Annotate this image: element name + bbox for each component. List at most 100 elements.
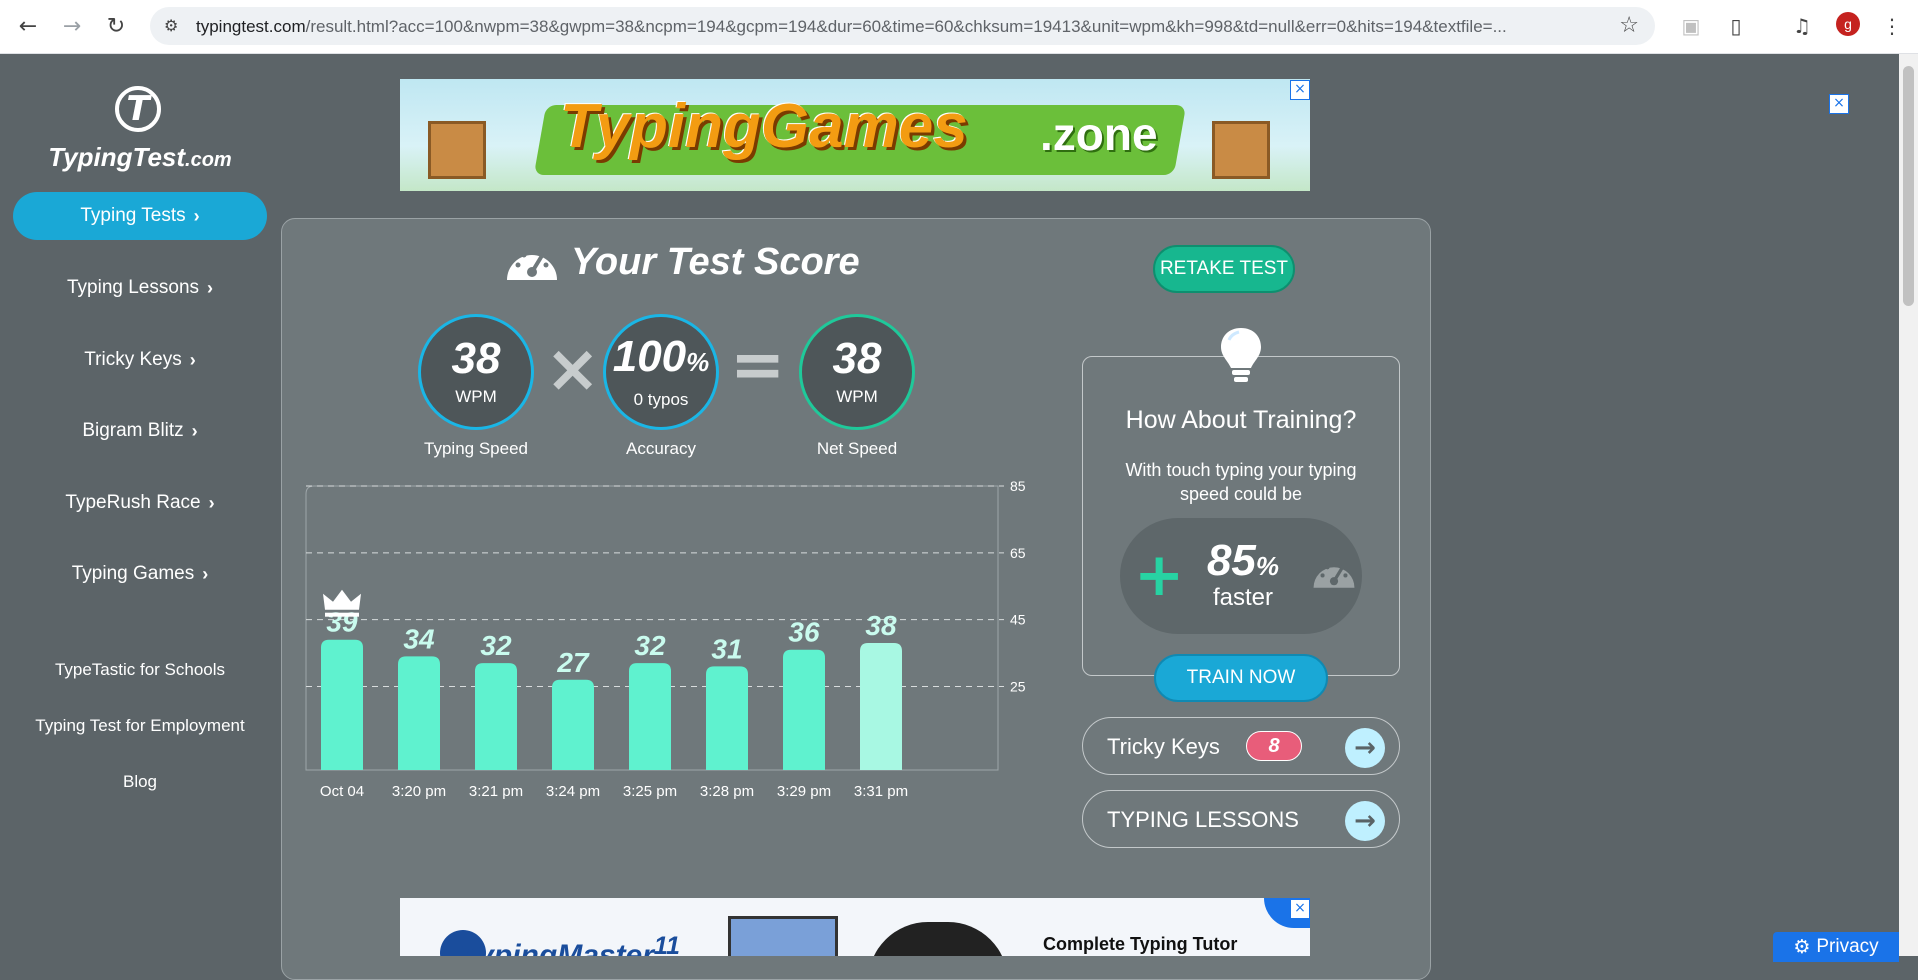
url-path: /result.html?acc=100&nwpm=38&gwpm=38&ncp… [305, 17, 1507, 36]
tricky-keys-button[interactable]: Tricky Keys 8 → [1082, 717, 1400, 775]
chart-bar [629, 663, 671, 770]
ad-close-icon[interactable]: × [1290, 899, 1310, 919]
logo-icon[interactable]: T [115, 86, 161, 132]
url-domain: typingtest.com [196, 17, 306, 36]
plus-icon: + [1134, 540, 1185, 610]
sidebar-item-bigram-blitz[interactable]: Bigram Blitz › [13, 407, 267, 455]
y-tick-label: 65 [1010, 545, 1026, 561]
typing-speed-unit: WPM [455, 387, 497, 406]
crown-base [325, 612, 359, 617]
x-tick-label: 3:24 pm [546, 783, 600, 800]
menu-kebab-icon[interactable]: ⋮ [1878, 12, 1906, 40]
crate-image [428, 121, 486, 179]
accuracy-unit: % [686, 346, 710, 377]
ad-bottom-headline: Complete Typing Tutor [1043, 934, 1238, 954]
ad-close-icon[interactable]: × [1290, 80, 1310, 100]
bar-value-label: 27 [556, 647, 590, 678]
chevron-right-icon: › [189, 349, 196, 370]
chart-bar [321, 639, 363, 770]
url-text[interactable]: typingtest.com/result.html?acc=100&nwpm=… [196, 17, 1596, 37]
bar-value-label: 34 [403, 623, 435, 654]
ad-banner-bottom[interactable]: TypingMaster11 Complete Typing Tutor × [400, 898, 1310, 956]
bar-value-label: 38 [865, 610, 897, 641]
improvement-value: 85 [1206, 536, 1256, 585]
link-typetastic-schools[interactable]: TypeTastic for Schools [0, 660, 280, 680]
sidebar: T TypingTest.com Typing Tests › Typing Le… [0, 54, 280, 956]
typing-lessons-label: TYPING LESSONS [1107, 807, 1299, 832]
reload-icon[interactable]: ↻ [102, 12, 130, 40]
multiply-icon: × [545, 330, 601, 407]
accuracy-label: Accuracy [626, 439, 696, 458]
extensions-puzzle-icon[interactable]: ▯ [1722, 12, 1750, 40]
typing-speed-value: 38 [451, 334, 501, 383]
accuracy-typos: 0 typos [633, 389, 689, 409]
profile-avatar[interactable]: g [1836, 12, 1860, 36]
sidebar-item-typing-tests[interactable]: Typing Tests › [13, 192, 267, 240]
bookmark-star-icon[interactable]: ☆ [1619, 13, 1639, 38]
arrow-right-icon[interactable]: → [1345, 728, 1385, 768]
browser-toolbar: ← → ↻ ⚙ typingtest.com/result.html?acc=1… [0, 0, 1918, 54]
arrow-right-icon[interactable]: → [1345, 801, 1385, 841]
net-speed-circle: 38 WPM [799, 314, 915, 430]
crown-icon [323, 589, 361, 610]
chart-bar [398, 656, 440, 770]
back-icon[interactable]: ← [14, 12, 42, 40]
speedometer-icon [507, 249, 557, 280]
x-tick-label: Oct 04 [320, 783, 364, 800]
x-tick-label: 3:29 pm [777, 783, 831, 800]
wpm-history-chart: 25 45 65 85 39 Oct 04 34 3:20 pm 32 3:21 pm 27 3:24… [305, 478, 1026, 800]
chevron-right-icon: › [208, 492, 215, 513]
improvement-unit: % [1255, 551, 1280, 581]
close-icon[interactable]: × [1829, 94, 1849, 114]
sidebar-item-typing-lessons[interactable]: Typing Lessons › [13, 264, 267, 312]
site-info-icon[interactable]: ⚙ [164, 16, 184, 36]
logo-text[interactable]: TypingTest.com [40, 142, 240, 173]
sidebar-item-label: Typing Tests [80, 205, 186, 226]
sidebar-item-typing-games[interactable]: Typing Games › [13, 550, 267, 598]
extension-icon[interactable]: ▣ [1677, 12, 1705, 40]
address-bar[interactable]: ⚙ typingtest.com/result.html?acc=100&nwp… [150, 7, 1655, 45]
typing-speed-circle: 38 WPM [418, 314, 534, 430]
link-typing-test-employment[interactable]: Typing Test for Employment [0, 716, 280, 736]
logo-tld: .com [185, 149, 232, 171]
scrollbar-thumb[interactable] [1903, 66, 1914, 306]
bar-value-label: 31 [711, 633, 742, 664]
sidebar-item-label: Tricky Keys [84, 349, 182, 370]
retake-test-button[interactable]: RETAKE TEST [1153, 245, 1295, 293]
sidebar-item-typerush-race[interactable]: TypeRush Race › [13, 479, 267, 527]
chart-bar [783, 649, 825, 770]
typing-lessons-button[interactable]: TYPING LESSONS → [1082, 790, 1400, 848]
ad-bottom-brand: TypingMaster11 [460, 932, 680, 956]
privacy-button[interactable]: ⚙ Privacy [1773, 932, 1899, 962]
net-speed-value: 38 [832, 334, 882, 383]
ad-bottom-brand-name: TypingMaster [460, 939, 654, 956]
typing-speed-label: Typing Speed [424, 439, 528, 458]
speedometer-icon [1313, 562, 1355, 588]
bar-value-label: 39 [326, 607, 358, 638]
laptop-image [728, 916, 838, 956]
sidebar-item-label: Bigram Blitz [82, 420, 184, 441]
tricky-keys-count-badge: 8 [1246, 731, 1302, 761]
lightbulb-icon [1221, 328, 1261, 382]
bar-value-label: 32 [634, 630, 666, 661]
accuracy-circle: 100% 0 typos [603, 314, 719, 430]
y-tick-label: 25 [1010, 678, 1026, 694]
ad-banner-top[interactable]: TypingGames .zone × [400, 79, 1310, 191]
sidebar-item-tricky-keys[interactable]: Tricky Keys › [13, 336, 267, 384]
media-control-icon[interactable]: ♫ [1788, 12, 1816, 40]
chart-bar [706, 666, 748, 770]
improvement-value-wrap: 85% [1188, 536, 1298, 586]
training-title: How About Training? [1125, 406, 1357, 434]
train-now-button[interactable]: TRAIN NOW [1154, 654, 1328, 702]
link-blog[interactable]: Blog [0, 772, 280, 792]
x-tick-label: 3:25 pm [623, 783, 677, 800]
ad-brand-suffix: .zone [1040, 108, 1158, 160]
chevron-right-icon: › [207, 277, 214, 298]
equals-icon: = [730, 326, 786, 403]
x-tick-label: 3:20 pm [392, 783, 446, 800]
score-title: Your Test Score [505, 240, 860, 284]
logo-name: TypingTest [48, 142, 186, 172]
tricky-keys-label: Tricky Keys [1107, 734, 1220, 759]
sidebar-item-label: Typing Lessons [66, 277, 200, 298]
forward-icon[interactable]: → [58, 12, 86, 40]
